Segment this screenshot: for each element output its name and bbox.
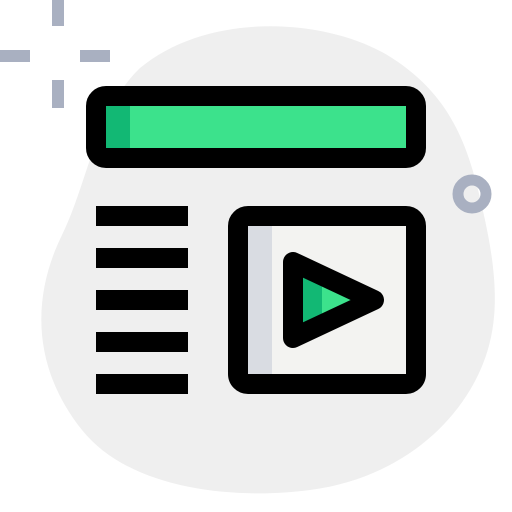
video-article-icon	[0, 0, 495, 494]
text-line	[96, 290, 188, 310]
icon-canvas	[0, 0, 512, 512]
text-line	[96, 206, 188, 226]
header-bar	[86, 86, 426, 168]
text-line	[96, 374, 188, 394]
text-line	[96, 332, 188, 352]
text-line	[96, 248, 188, 268]
